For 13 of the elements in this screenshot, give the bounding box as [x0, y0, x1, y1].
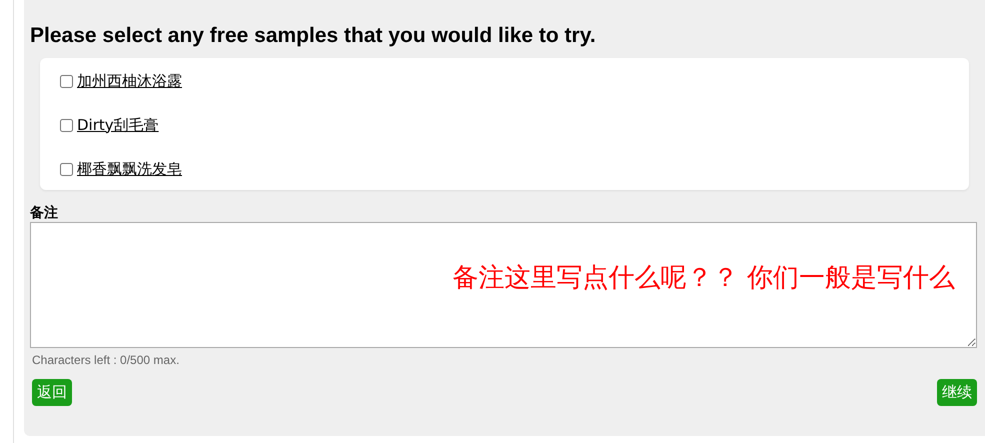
sample-checkbox[interactable] [60, 74, 73, 88]
character-counter: Characters left : 0/500 max. [32, 353, 180, 367]
sample-link[interactable]: Dirty刮毛膏 [77, 116, 159, 134]
notes-field[interactable] [30, 222, 977, 348]
back-button[interactable]: 返回 [32, 379, 72, 406]
form-heading: Please select any free samples that you would like to try. [30, 24, 597, 48]
sample-checkbox[interactable] [60, 118, 73, 132]
annotation-text: 备注这里写点什么呢？？ 你们一般是写什么 [452, 262, 955, 295]
sample-link[interactable]: 加州西柚沐浴露 [77, 72, 182, 90]
sample-checkbox[interactable] [60, 162, 73, 176]
notes-label: 备注 [30, 204, 59, 222]
continue-button[interactable]: 继续 [937, 379, 977, 406]
sample-link[interactable]: 椰香飘飘洗发皂 [77, 160, 182, 178]
